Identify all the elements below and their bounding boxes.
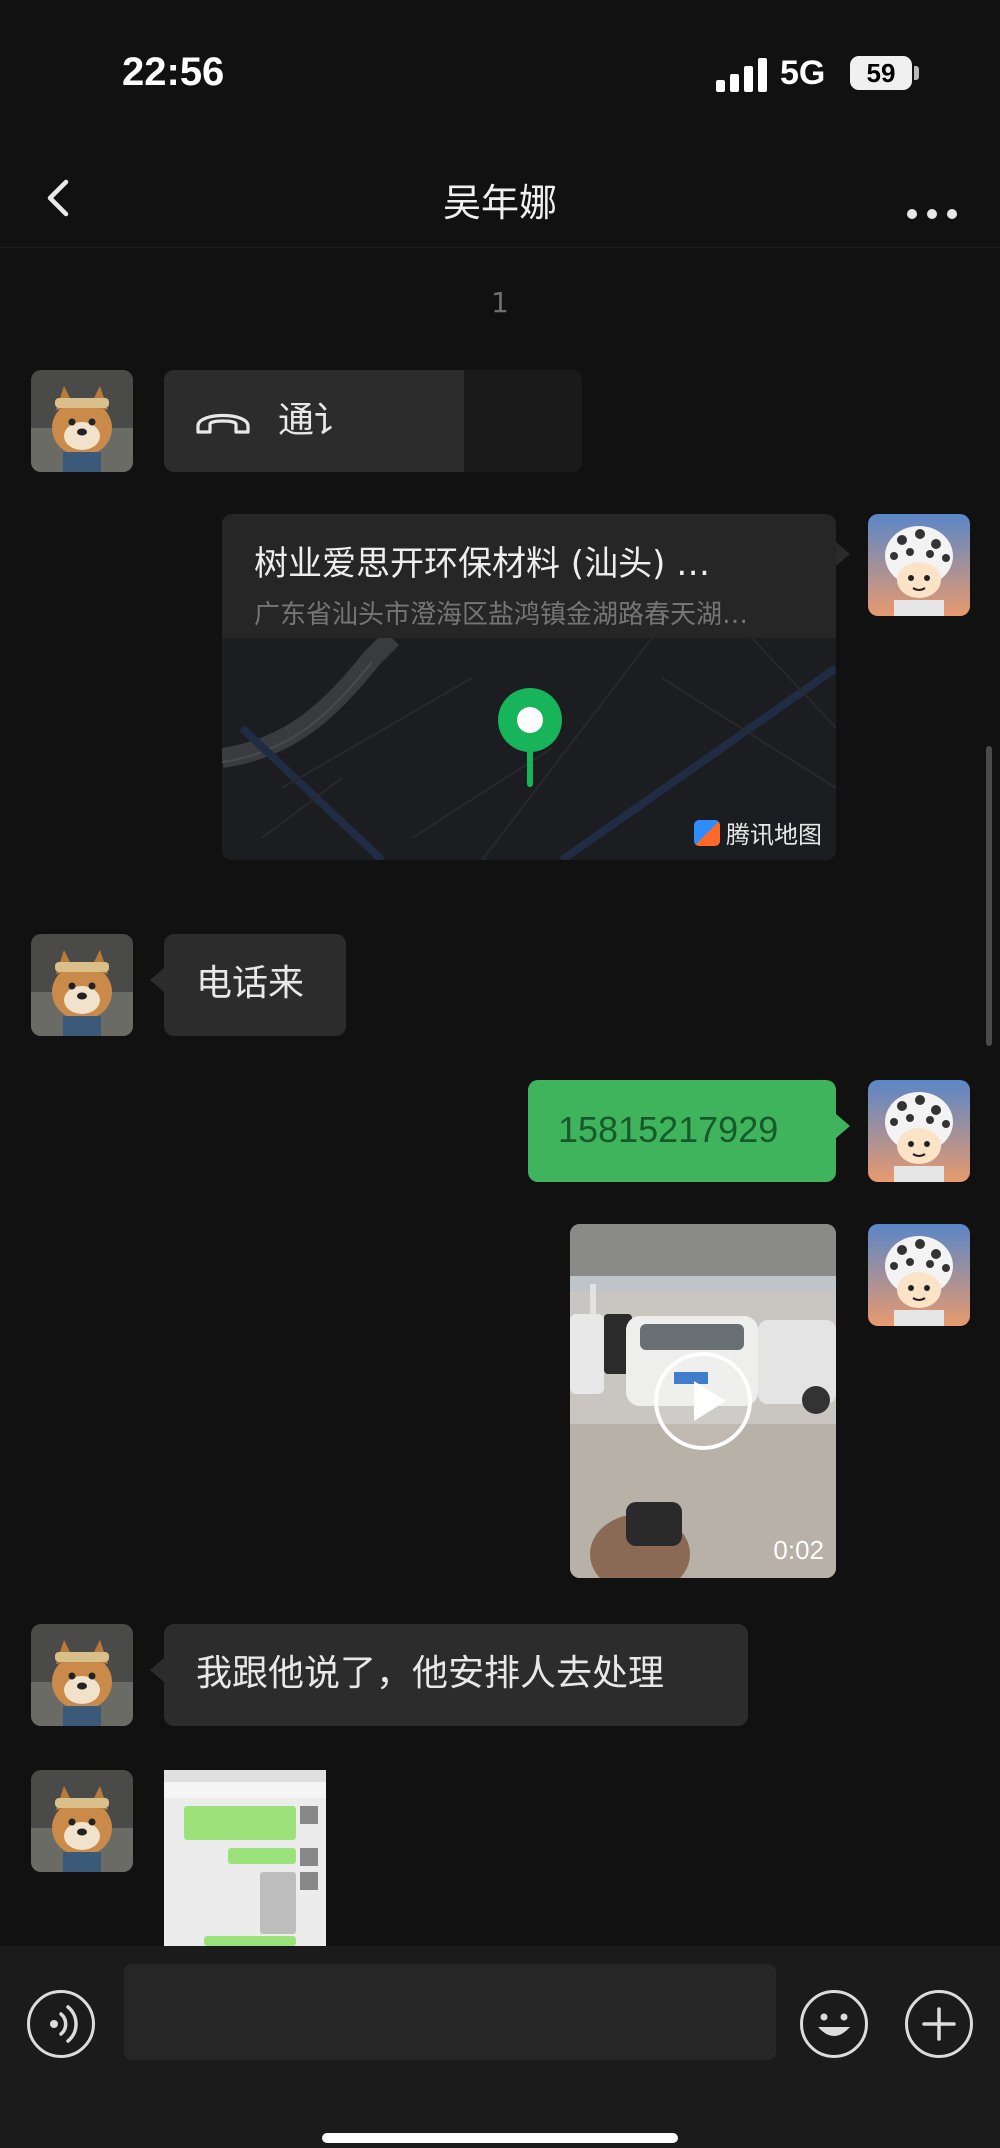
video-duration: 0:02	[773, 1535, 824, 1565]
message-input[interactable]	[124, 1964, 776, 2060]
status-bar: 22:56 5G 59	[0, 0, 1000, 150]
tencent-map-logo-icon	[694, 819, 720, 846]
bubble-tail	[836, 542, 850, 566]
status-time: 22:56	[122, 50, 225, 94]
my-avatar[interactable]	[868, 1224, 970, 1326]
plus-icon	[922, 2007, 956, 2041]
emoji-icon	[818, 2013, 850, 2036]
chat-title: 吴年娜	[442, 181, 557, 225]
map-pin-icon	[498, 688, 562, 787]
chat-area[interactable]: 1 通讠 树业爱思开环保材料 (汕头) … 广东省汕头市澄海区盐鸿镇金湖路春天湖…	[0, 248, 1000, 1946]
message-bubble[interactable]: 电话来	[150, 934, 346, 1036]
location-address: 广东省汕头市澄海区盐鸿镇金湖路春天湖…	[254, 600, 749, 630]
my-avatar[interactable]	[868, 514, 970, 616]
voice-button[interactable]	[27, 1990, 95, 2058]
location-card[interactable]: 树业爱思开环保材料 (汕头) … 广东省汕头市澄海区盐鸿镇金湖路春天湖… 腾讯地…	[222, 514, 836, 860]
call-record-bubble[interactable]: 通讠	[164, 370, 582, 472]
battery-tip	[914, 66, 919, 80]
home-indicator[interactable]	[322, 2133, 678, 2143]
redaction-block	[464, 370, 582, 472]
contact-avatar[interactable]	[31, 370, 133, 472]
more-functions-button[interactable]	[905, 1990, 973, 2058]
battery-icon: 59	[850, 56, 912, 90]
emoji-button[interactable]	[800, 1990, 868, 2058]
video-message[interactable]: 0:02	[570, 1224, 836, 1578]
message-text[interactable]: 15815217929	[558, 1080, 778, 1180]
message-text: 我跟他说了，他安排人去处理	[196, 1653, 665, 1694]
message-text: 电话来	[196, 963, 305, 1004]
map-brand-label: 腾讯地图	[726, 821, 822, 849]
play-icon[interactable]	[654, 1352, 752, 1450]
contact-avatar[interactable]	[31, 934, 133, 1036]
time-separator: 1	[491, 286, 509, 319]
input-bar	[0, 1946, 1000, 2148]
nav-bar: 吴年娜	[0, 150, 1000, 248]
scroll-indicator[interactable]	[986, 746, 992, 1046]
image-message[interactable]	[164, 1770, 326, 1946]
contact-avatar[interactable]	[31, 1770, 133, 1872]
signal-icon	[716, 58, 768, 92]
message-bubble-phone[interactable]: 15815217929	[528, 1080, 850, 1182]
voice-icon	[50, 2005, 78, 2043]
screenshot-thumbnail	[164, 1770, 326, 1946]
message-bubble[interactable]: 我跟他说了，他安排人去处理	[150, 1624, 748, 1726]
map-brand: 腾讯地图	[694, 815, 822, 850]
more-button[interactable]	[900, 172, 964, 222]
call-record-text: 通讠	[278, 400, 351, 441]
location-map: 腾讯地图	[222, 630, 836, 860]
contact-avatar[interactable]	[31, 1624, 133, 1726]
location-title: 树业爱思开环保材料 (汕头) …	[254, 544, 711, 584]
ellipsis-icon	[907, 209, 957, 219]
phone-hangup-icon	[196, 414, 250, 434]
my-avatar[interactable]	[868, 1080, 970, 1182]
network-label: 5G	[780, 54, 826, 92]
